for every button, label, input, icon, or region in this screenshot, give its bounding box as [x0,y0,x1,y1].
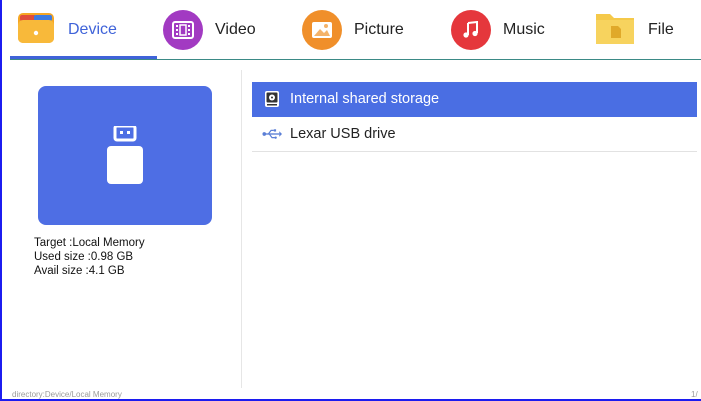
tab-file[interactable]: File [594,0,674,60]
image-icon [302,10,342,50]
tab-music[interactable]: Music [451,0,545,60]
tab-music-label: Music [503,21,545,38]
storage-item-internal[interactable]: Internal shared storage [252,82,697,117]
tab-device-label: Device [68,21,117,38]
avail-size-text: Avail size :4.1 GB [34,265,125,277]
file-icon [594,8,636,53]
tab-device[interactable]: Device [16,0,117,60]
tab-picture[interactable]: Picture [302,0,404,60]
tab-picture-label: Picture [354,21,404,38]
device-storage-card[interactable] [38,86,212,225]
film-icon [163,10,203,50]
storage-item-label: Lexar USB drive [290,126,396,142]
storage-item-usb[interactable]: Lexar USB drive [252,117,697,152]
storage-item-label: Internal shared storage [290,91,440,107]
internal-storage-icon [262,89,282,109]
device-info: Target :Local Memory Used size :0.98 GB … [34,236,145,278]
usb-drive-icon [107,124,143,191]
folder-icon [16,8,56,53]
directory-path: directory:Device/Local Memory [12,390,122,399]
tab-video-label: Video [215,21,256,38]
used-size-text: Used size :0.98 GB [34,251,134,263]
storage-list: Internal shared storage Lexar USB drive [252,82,697,152]
tab-bar: Device Video Picture Music File [2,0,701,62]
music-note-icon [451,10,491,50]
usb-icon [262,124,282,144]
tab-file-label: File [648,21,674,38]
target-text: Target :Local Memory [34,237,145,249]
tab-video[interactable]: Video [163,0,256,60]
panel-divider [241,70,242,388]
tab-bar-divider [10,59,701,60]
page-indicator: 1/ [691,390,698,399]
